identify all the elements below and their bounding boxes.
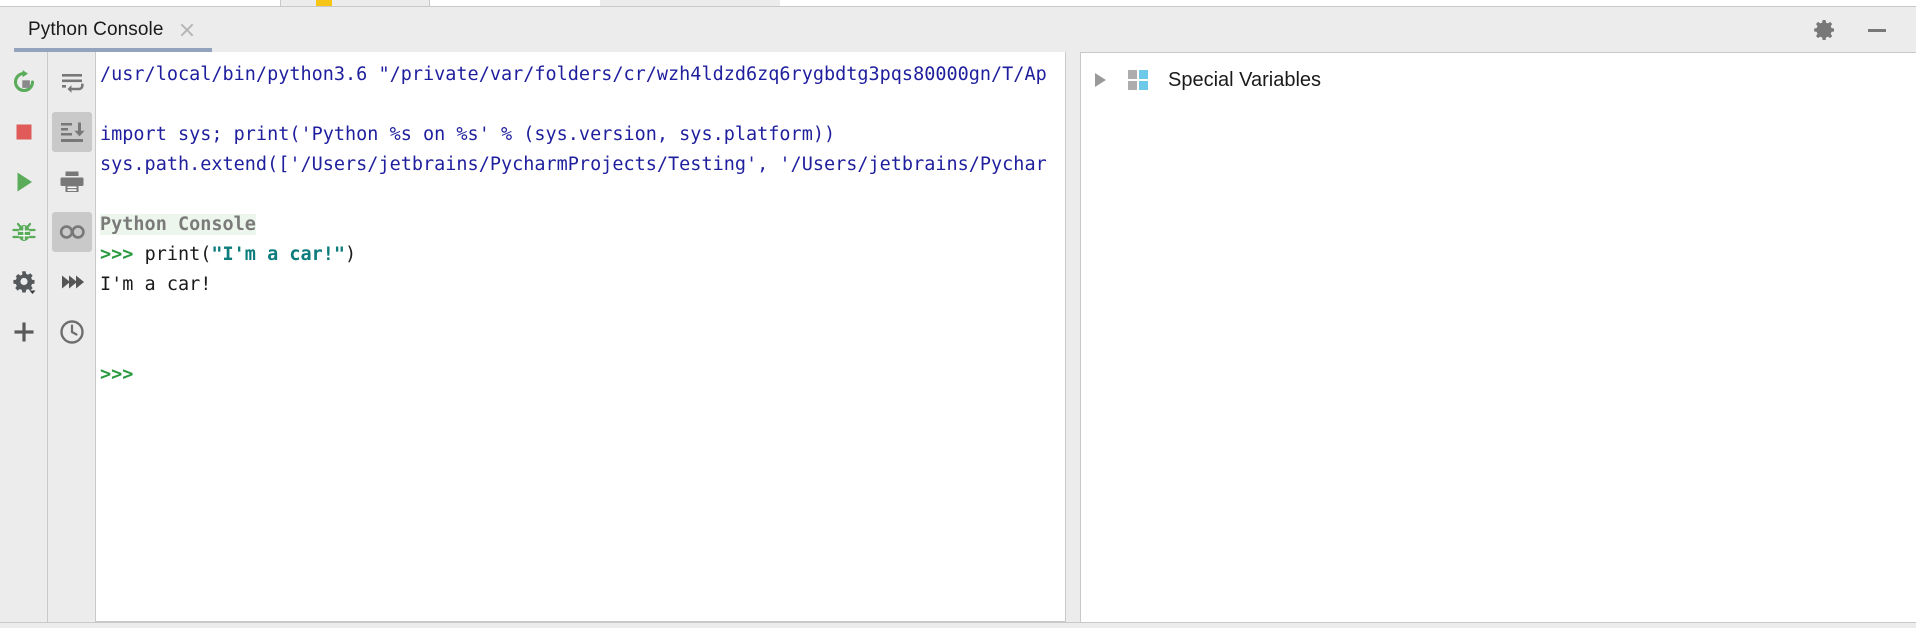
console-tab-bar: Python Console bbox=[0, 7, 1916, 52]
debug-button[interactable] bbox=[4, 212, 44, 252]
print-button[interactable] bbox=[52, 162, 92, 202]
console-segment-banner: Python Console bbox=[100, 214, 256, 235]
history-button[interactable] bbox=[52, 312, 92, 352]
tab-python-console-label: Python Console bbox=[28, 18, 164, 40]
special-variables-grid-icon bbox=[1128, 70, 1148, 90]
console-segment-plain: ) bbox=[345, 244, 357, 265]
console-view-toolbar bbox=[48, 52, 96, 622]
console-line-code: import sys; print('Python %s on %s' % (s… bbox=[100, 120, 1065, 150]
console-run-toolbar bbox=[0, 52, 48, 622]
execute-button[interactable] bbox=[4, 162, 44, 202]
console-line-banner: Python Console bbox=[100, 210, 1065, 240]
console-segment-path: /usr/local/bin/python3.6 "/private/var/f… bbox=[100, 64, 1047, 85]
minimize-icon[interactable] bbox=[1864, 17, 1890, 43]
run-all-button[interactable] bbox=[52, 262, 92, 302]
editor-tab-warning-marker bbox=[316, 0, 332, 6]
console-segment-plain: print( bbox=[144, 244, 212, 265]
console-segment-prompt: >>> bbox=[100, 244, 145, 265]
editor-tabs-sliver bbox=[0, 0, 1916, 7]
console-segment-code: sys.path.extend(['/Users/jetbrains/Pycha… bbox=[100, 154, 1047, 175]
special-variables-row[interactable]: Special Variables bbox=[1081, 63, 1916, 97]
add-console-button[interactable] bbox=[4, 312, 44, 352]
console-output[interactable]: /usr/local/bin/python3.6 "/private/var/f… bbox=[96, 52, 1066, 622]
console-line-input: >>> bbox=[100, 360, 1065, 390]
console-area: /usr/local/bin/python3.6 "/private/var/f… bbox=[96, 52, 1080, 622]
show-variables-button[interactable] bbox=[51, 212, 92, 252]
settings-button[interactable] bbox=[4, 262, 44, 302]
console-line-code: sys.path.extend(['/Users/jetbrains/Pycha… bbox=[100, 150, 1065, 180]
soft-wrap-button[interactable] bbox=[52, 62, 92, 102]
tab-bar-spacer bbox=[212, 7, 1812, 52]
console-line-output: I'm a car! bbox=[100, 270, 1065, 300]
console-segment-string: "I'm a car!" bbox=[211, 244, 346, 265]
stop-button[interactable] bbox=[4, 112, 44, 152]
console-body: /usr/local/bin/python3.6 "/private/var/f… bbox=[0, 52, 1916, 622]
triangle-right-icon[interactable] bbox=[1095, 73, 1106, 87]
scroll-to-end-button[interactable] bbox=[51, 112, 92, 152]
special-variables-panel: Special Variables bbox=[1080, 52, 1916, 622]
console-line-input: >>> print("I'm a car!") bbox=[100, 240, 1065, 270]
editor-tab-ghost bbox=[280, 0, 430, 6]
special-variables-label: Special Variables bbox=[1168, 68, 1322, 91]
python-console-tool-window: Python Console /usr/local/bin/python3.6 … bbox=[0, 0, 1916, 628]
tool-window-actions bbox=[1812, 7, 1916, 52]
gear-icon[interactable] bbox=[1812, 17, 1838, 43]
close-icon[interactable] bbox=[178, 21, 196, 39]
console-text: /usr/local/bin/python3.6 "/private/var/f… bbox=[96, 60, 1065, 390]
console-line-path: /usr/local/bin/python3.6 "/private/var/f… bbox=[100, 60, 1065, 90]
console-segment-plain: I'm a car! bbox=[100, 274, 212, 295]
tab-python-console[interactable]: Python Console bbox=[0, 7, 212, 52]
editor-tab-ghost-2 bbox=[600, 0, 780, 6]
tool-window-bottom-edge bbox=[0, 622, 1916, 628]
console-segment-prompt: >>> bbox=[100, 364, 134, 385]
console-segment-code: import sys; print('Python %s on %s' % (s… bbox=[100, 124, 836, 145]
rerun-button[interactable] bbox=[4, 62, 44, 102]
